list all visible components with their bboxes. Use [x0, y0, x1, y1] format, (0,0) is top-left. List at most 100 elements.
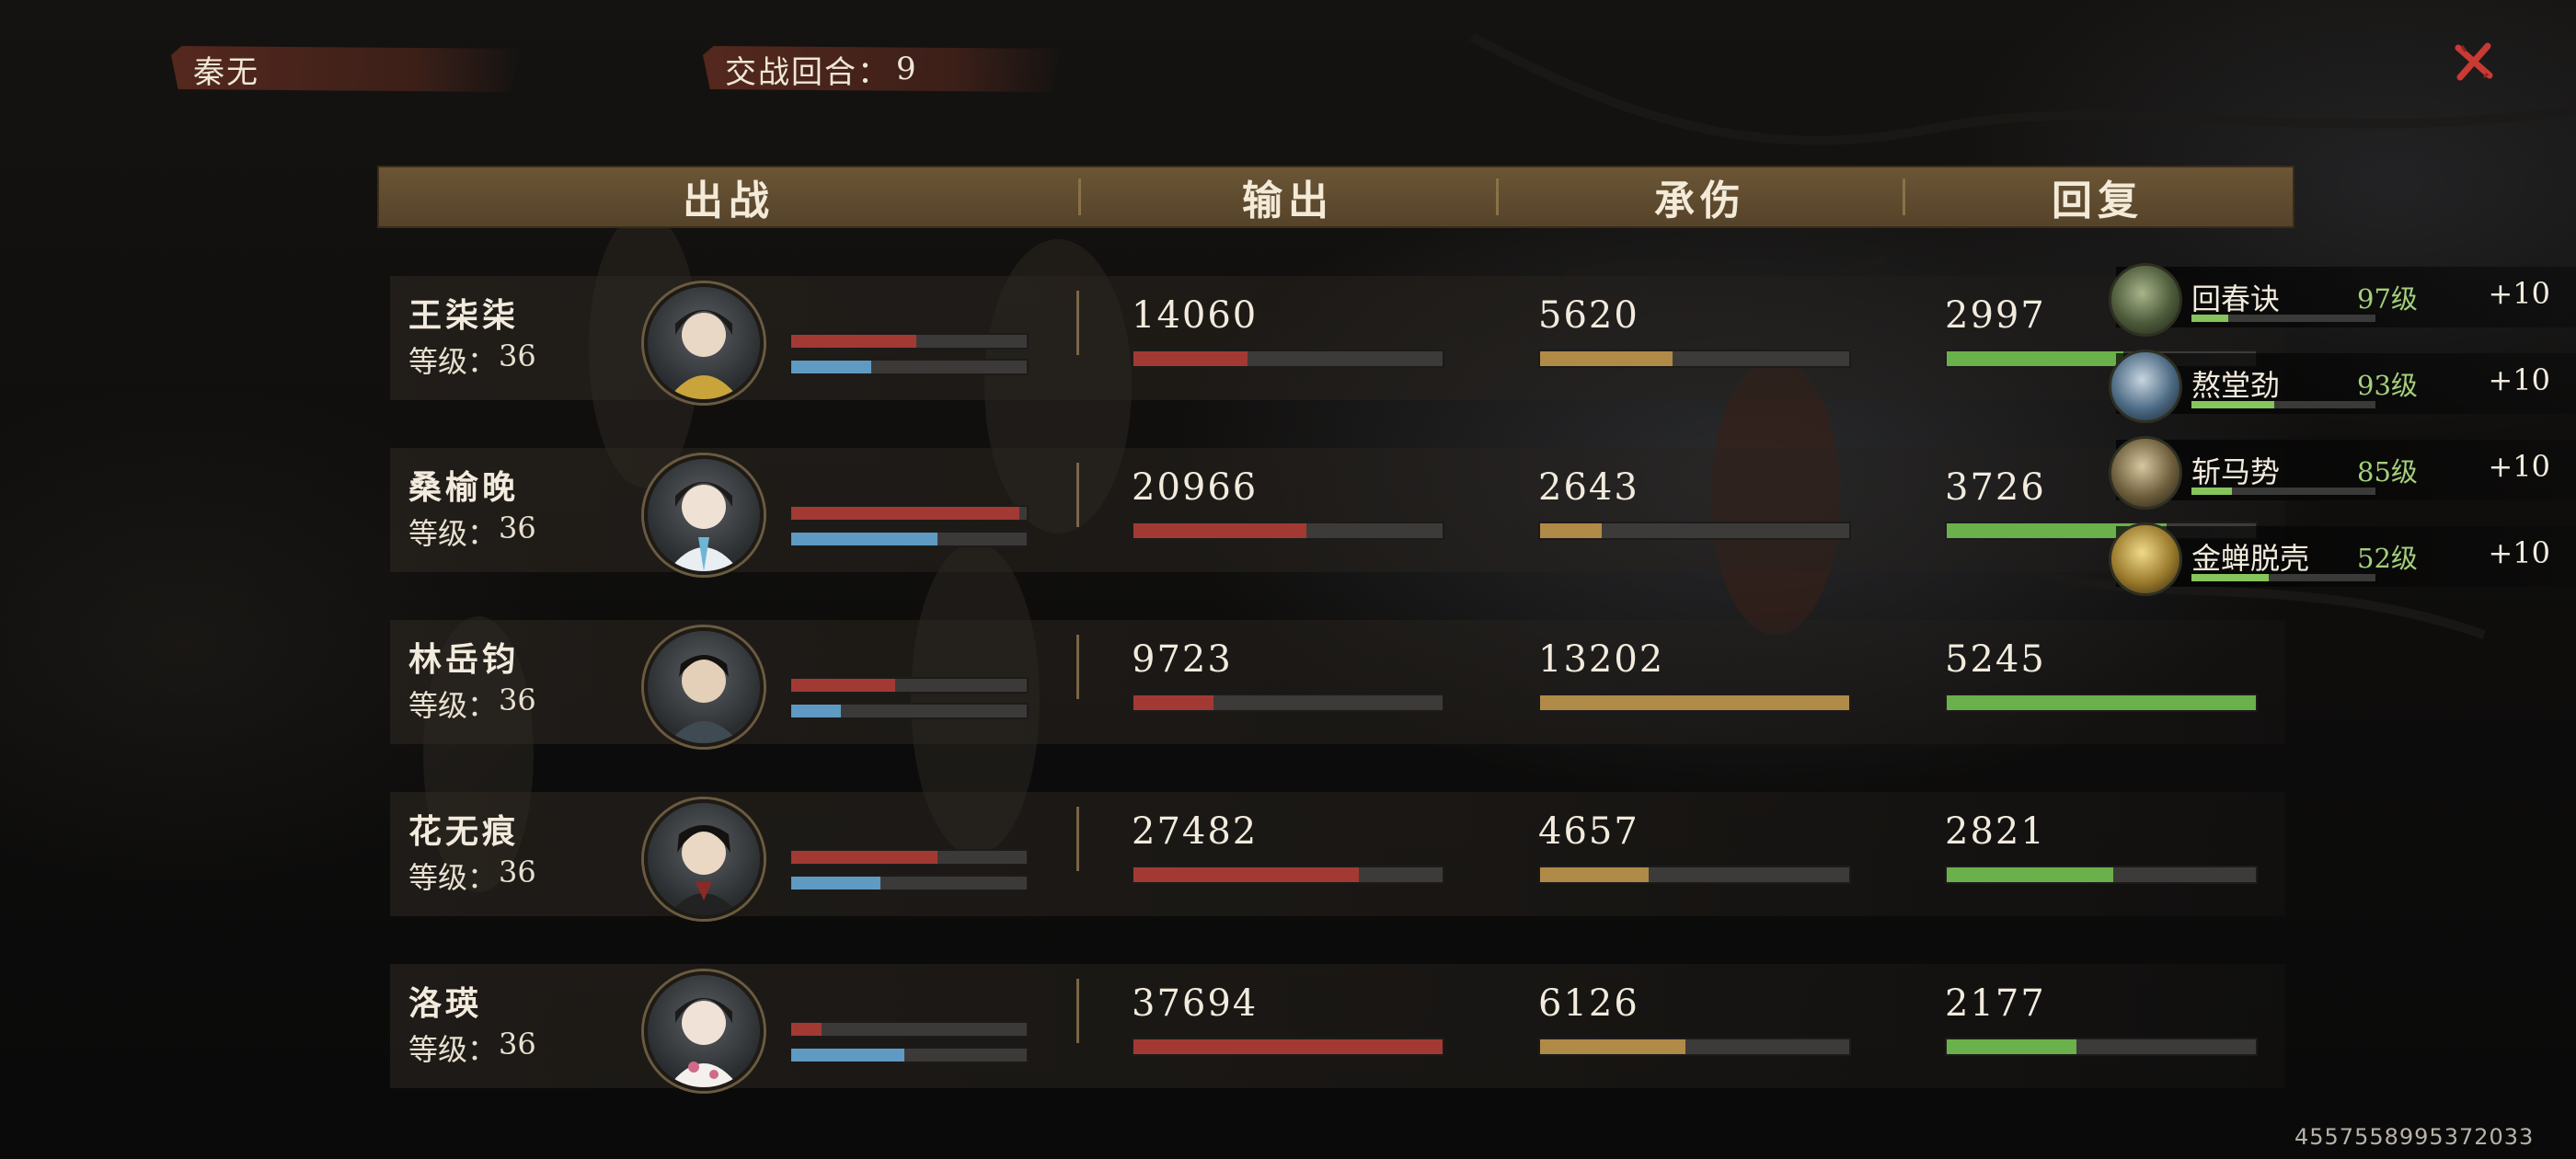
header-damage: 输出 — [1242, 178, 1334, 224]
heal-bar — [1945, 866, 2258, 884]
skill-icon — [2109, 522, 2182, 596]
skill-level: 52级 — [2357, 543, 2418, 574]
damage-bar — [1132, 522, 1444, 540]
skill-name: 熬堂劲 — [2191, 368, 2281, 403]
hero-hp-bar — [789, 333, 1029, 350]
rounds-label: 交战回合： — [725, 53, 891, 91]
skill-xp-bar — [2191, 315, 2375, 322]
hero-name: 王柒柒 — [408, 296, 520, 335]
skill-item[interactable]: 金蝉脱壳 52级 +10 — [2109, 522, 2576, 596]
heal-value: 2997 — [1945, 294, 2046, 337]
skill-xp-bar — [2191, 488, 2375, 495]
skill-xp-bar — [2191, 401, 2375, 408]
skill-item[interactable]: 斩马势 85级 +10 — [2109, 436, 2576, 510]
heal-value: 3726 — [1945, 466, 2046, 509]
damage-taken-bar — [1538, 1038, 1851, 1056]
hero-row[interactable]: 王柒柒 等级： 36 14060 5620 2997 — [390, 276, 2285, 403]
row-divider — [1076, 979, 1079, 1043]
header-damage-taken: 承伤 — [1654, 178, 1746, 224]
damage-value: 20966 — [1132, 466, 1259, 509]
damage-taken-value: 4657 — [1538, 810, 1639, 853]
skill-icon — [2109, 436, 2182, 510]
damage-value: 37694 — [1132, 982, 1259, 1025]
close-icon — [2455, 42, 2493, 81]
skill-icon — [2109, 350, 2182, 423]
hero-row[interactable]: 洛瑛 等级： 36 37694 6126 2177 — [390, 964, 2285, 1091]
damage-taken-value: 6126 — [1538, 982, 1639, 1025]
row-divider — [1076, 807, 1079, 871]
hero-mp-bar — [789, 875, 1029, 891]
hero-name: 桑榆晚 — [408, 468, 520, 507]
heal-bar — [1945, 694, 2258, 712]
damage-taken-value: 13202 — [1538, 638, 1665, 681]
damage-taken-value: 5620 — [1538, 294, 1639, 337]
damage-taken-bar — [1538, 694, 1851, 712]
hero-row[interactable]: 林岳钧 等级： 36 9723 13202 5245 — [390, 620, 2285, 747]
skill-level: 93级 — [2357, 370, 2418, 401]
hero-avatar[interactable] — [644, 455, 764, 575]
hero-mp-bar — [789, 531, 1029, 547]
row-divider — [1076, 291, 1079, 355]
player-name: 秦无 — [193, 53, 259, 91]
damage-bar — [1132, 350, 1444, 368]
hero-name: 花无痕 — [408, 812, 520, 851]
battle-rounds-banner: 交战回合： 9 — [703, 46, 1062, 92]
damage-value: 9723 — [1132, 638, 1233, 681]
hero-mp-bar — [789, 359, 1029, 375]
header-heroes: 出战 — [683, 178, 775, 224]
heal-value: 2177 — [1945, 982, 2046, 1025]
skill-level: 97级 — [2357, 283, 2418, 315]
rounds-value: 9 — [896, 51, 918, 87]
heal-bar — [1945, 1038, 2258, 1056]
hero-level: 等级： 36 — [408, 1027, 536, 1067]
hero-hp-bar — [789, 1021, 1029, 1038]
skill-xp-bar — [2191, 574, 2375, 581]
hero-hp-bar — [789, 849, 1029, 866]
hero-avatar[interactable] — [644, 283, 764, 403]
skill-gain: +10 — [2488, 449, 2550, 484]
skill-gain: +10 — [2488, 276, 2550, 311]
stats-table-header: 出战 输出 承伤 回复 — [377, 166, 2294, 228]
damage-bar — [1132, 1038, 1444, 1056]
hero-avatar[interactable] — [644, 627, 764, 747]
heal-value: 5245 — [1945, 638, 2046, 681]
damage-value: 27482 — [1132, 810, 1259, 853]
close-button[interactable] — [2451, 39, 2497, 85]
hero-avatar[interactable] — [644, 971, 764, 1091]
skill-name: 斩马势 — [2191, 454, 2281, 489]
skill-item[interactable]: 回春诀 97级 +10 — [2109, 263, 2576, 337]
damage-value: 14060 — [1132, 294, 1259, 337]
hero-name: 林岳钧 — [408, 640, 520, 679]
hero-name: 洛瑛 — [408, 984, 483, 1023]
skill-gain: +10 — [2488, 535, 2550, 570]
heal-value: 2821 — [1945, 810, 2046, 853]
hero-mp-bar — [789, 703, 1029, 719]
row-divider — [1076, 635, 1079, 699]
hero-hp-bar — [789, 677, 1029, 694]
skill-item[interactable]: 熬堂劲 93级 +10 — [2109, 350, 2576, 423]
hero-level: 等级： 36 — [408, 683, 536, 723]
hero-level: 等级： 36 — [408, 511, 536, 551]
hero-row[interactable]: 桑榆晚 等级： 36 20966 2643 3726 — [390, 448, 2285, 575]
damage-taken-bar — [1538, 522, 1851, 540]
skill-name: 回春诀 — [2191, 281, 2281, 316]
skill-name: 金蝉脱壳 — [2191, 541, 2310, 576]
hero-row[interactable]: 花无痕 等级： 36 27482 4657 2821 — [390, 792, 2285, 919]
hero-level: 等级： 36 — [408, 855, 536, 895]
hero-level: 等级： 36 — [408, 339, 536, 379]
hero-mp-bar — [789, 1047, 1029, 1063]
player-name-banner: 秦无 — [171, 46, 521, 92]
hero-hp-bar — [789, 505, 1029, 522]
user-id-watermark: 4557558995372033 — [2294, 1124, 2535, 1150]
hero-avatar[interactable] — [644, 799, 764, 919]
row-divider — [1076, 463, 1079, 527]
header-healing: 回复 — [2052, 178, 2144, 224]
skill-gain: +10 — [2488, 362, 2550, 397]
skill-icon — [2109, 263, 2182, 337]
skill-level: 85级 — [2357, 456, 2418, 488]
damage-bar — [1132, 694, 1444, 712]
damage-taken-bar — [1538, 866, 1851, 884]
damage-taken-value: 2643 — [1538, 466, 1639, 509]
damage-bar — [1132, 866, 1444, 884]
damage-taken-bar — [1538, 350, 1851, 368]
